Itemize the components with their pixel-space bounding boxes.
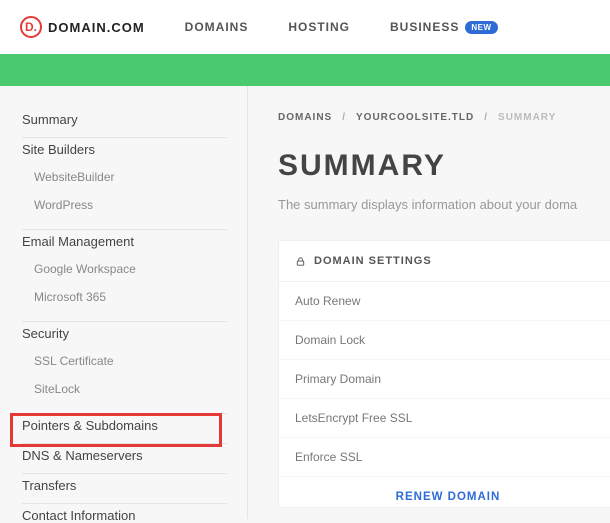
logo-mark-icon: D. xyxy=(20,16,42,38)
nav-domains-label: DOMAINS xyxy=(185,20,249,34)
sidebar-item-email-management[interactable]: Email Management xyxy=(22,234,227,249)
lock-icon xyxy=(295,256,306,267)
renew-domain-button[interactable]: RENEW DOMAIN xyxy=(279,477,610,507)
sidebar-item-sitelock[interactable]: SiteLock xyxy=(22,375,227,403)
nav-domains[interactable]: DOMAINS xyxy=(185,20,249,34)
sidebar-item-pointers-subdomains[interactable]: Pointers & Subdomains xyxy=(22,418,227,433)
sidebar-item-security[interactable]: Security xyxy=(22,326,227,341)
sidebar-item-google-workspace[interactable]: Google Workspace xyxy=(22,255,227,283)
panel-header: DOMAIN SETTINGS xyxy=(279,241,610,282)
top-navbar: D. DOMAIN.COM DOMAINS HOSTING BUSINESS N… xyxy=(0,0,610,54)
sidebar-item-summary[interactable]: Summary xyxy=(22,112,227,127)
page-title: SUMMARY xyxy=(278,149,610,183)
divider xyxy=(22,321,227,322)
sidebar-item-transfers[interactable]: Transfers xyxy=(22,478,227,493)
domain-settings-panel: DOMAIN SETTINGS Auto Renew Domain Lock P… xyxy=(278,240,610,508)
breadcrumb-site[interactable]: YOURCOOLSITE.TLD xyxy=(356,112,474,123)
nav-business[interactable]: BUSINESS NEW xyxy=(390,20,498,34)
sidebar-item-microsoft-365[interactable]: Microsoft 365 xyxy=(22,283,227,311)
setting-primary-domain[interactable]: Primary Domain xyxy=(279,360,610,399)
divider xyxy=(22,229,227,230)
setting-domain-lock[interactable]: Domain Lock xyxy=(279,321,610,360)
breadcrumb: DOMAINS / YOURCOOLSITE.TLD / SUMMARY xyxy=(278,112,610,123)
sidebar-item-websitebuilder[interactable]: WebsiteBuilder xyxy=(22,163,227,191)
sidebar-item-wordpress[interactable]: WordPress xyxy=(22,191,227,219)
nav-business-label: BUSINESS xyxy=(390,20,459,34)
primary-nav: DOMAINS HOSTING BUSINESS NEW xyxy=(185,20,498,34)
setting-auto-renew[interactable]: Auto Renew xyxy=(279,282,610,321)
nav-hosting-label: HOSTING xyxy=(288,20,350,34)
setting-letsencrypt[interactable]: LetsEncrypt Free SSL xyxy=(279,399,610,438)
sidebar-item-ssl-certificate[interactable]: SSL Certificate xyxy=(22,347,227,375)
setting-enforce-ssl[interactable]: Enforce SSL xyxy=(279,438,610,477)
divider xyxy=(22,413,227,414)
sidebar-item-contact-information[interactable]: Contact Information xyxy=(22,508,227,523)
main-content: DOMAINS / YOURCOOLSITE.TLD / SUMMARY SUM… xyxy=(248,86,610,519)
panel-header-label: DOMAIN SETTINGS xyxy=(314,255,432,267)
notification-bar xyxy=(0,54,610,86)
breadcrumb-current: SUMMARY xyxy=(498,112,556,123)
breadcrumb-domains[interactable]: DOMAINS xyxy=(278,112,332,123)
page-subtitle: The summary displays information about y… xyxy=(278,197,610,212)
new-badge: NEW xyxy=(465,21,497,34)
logo[interactable]: D. DOMAIN.COM xyxy=(20,16,145,38)
divider xyxy=(22,503,227,504)
sidebar: Summary Site Builders WebsiteBuilder Wor… xyxy=(0,86,248,519)
sidebar-item-dns-nameservers[interactable]: DNS & Nameservers xyxy=(22,448,227,463)
divider xyxy=(22,137,227,138)
nav-hosting[interactable]: HOSTING xyxy=(288,20,350,34)
breadcrumb-separator: / xyxy=(484,112,488,123)
divider xyxy=(22,473,227,474)
sidebar-item-site-builders[interactable]: Site Builders xyxy=(22,142,227,157)
breadcrumb-separator: / xyxy=(342,112,346,123)
divider xyxy=(22,443,227,444)
logo-text: DOMAIN.COM xyxy=(48,20,145,35)
